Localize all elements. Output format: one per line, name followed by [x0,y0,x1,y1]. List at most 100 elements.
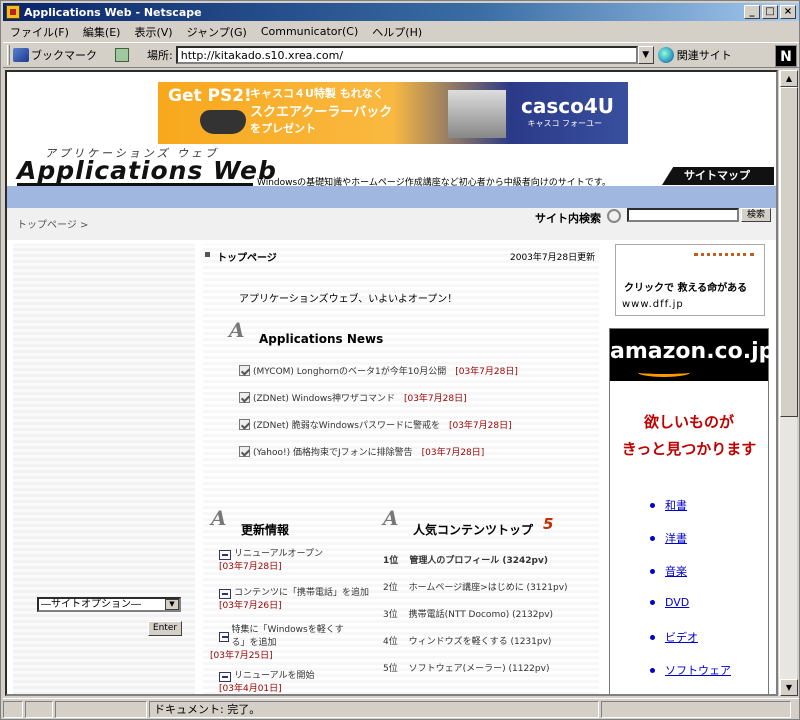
update-item[interactable]: 特集に「Windowsを軽くする」を追加 [03年7月25日] [210,624,350,663]
amazon-link[interactable]: 音楽 [650,563,687,579]
amazon-ad[interactable]: amazon.co.jp 欲しいものが きっと見つかります 和書 洋書 音楽 D… [609,328,774,694]
arrow-right-icon [219,588,231,599]
vertical-scrollbar[interactable]: ▲ ▼ [779,70,798,696]
popular-item-text[interactable]: 管理人のプロフィール (3242pv) [409,556,548,566]
site-search-input[interactable] [627,208,739,222]
arrow-right-icon [219,632,229,642]
component-bar[interactable] [601,700,791,718]
toolbar-grip[interactable] [7,45,10,65]
popular-item-text[interactable]: ソフトウェア(メーラー) (1122pv) [409,664,550,674]
enter-button[interactable]: Enter [148,621,182,636]
updates-heading: 更新情報 [241,523,290,537]
banner-text-3: スクエアクーラーバック [250,105,393,120]
menu-communicator[interactable]: Communicator(C) [254,25,365,38]
amazon-tagline-2: きっと見つかります [621,440,757,458]
amazon-link[interactable]: 洋書 [650,530,687,546]
updated-date: 2003年7月28日更新 [510,253,596,263]
page-proxy-icon[interactable] [115,48,129,62]
close-button[interactable]: × [780,5,796,19]
dff-ad[interactable]: クリックで 救える命がある www.dff.jp [615,244,765,316]
amazon-link[interactable]: 和書 [650,497,687,513]
breadcrumb[interactable]: トップページ > [17,216,88,231]
dff-ad-text: クリックで 救える命がある [624,283,748,294]
menu-view[interactable]: 表示(V) [127,24,179,40]
banner-text-2: キャスコ４U特製 もれなく [250,87,384,100]
url-dropdown-button[interactable]: ▼ [637,46,654,64]
news-item[interactable]: (ZDNet) 脆弱なWindowsパスワードに警戒を [03年7月28日] [239,418,512,431]
title-bar: Applications Web - Netscape _ □ × [3,3,799,21]
amazon-logo[interactable]: amazon.co.jp [610,329,774,381]
menu-go[interactable]: ジャンプ(G) [180,24,254,40]
update-item-text[interactable]: コンテンツに「携帯電話」を追加 [234,587,369,600]
check-icon [239,365,250,376]
popular-rank: 5位 [383,664,398,674]
maximize-button[interactable]: □ [762,5,778,19]
scroll-down-button[interactable]: ▼ [780,679,798,696]
update-item[interactable]: コンテンツに「携帯電話」を追加 [03年7月26日] [219,587,369,613]
lead-text: アプリケーションズウェブ、いよいよオープン！ [239,294,458,305]
popular-item-text[interactable]: ホームページ講座>はじめに (3121pv) [409,583,568,593]
update-item-text[interactable]: リニューアルを開始 [234,670,315,683]
sitemap-link[interactable]: サイトマップ [662,167,774,185]
security-icon[interactable] [3,700,23,718]
header-band [7,186,776,208]
popular-item[interactable]: 5位 ソフトウェア(メーラー) (1122pv) [383,661,549,674]
bookmark-icon[interactable] [13,48,29,62]
menu-file[interactable]: ファイル(F) [3,24,76,40]
menu-help[interactable]: ヘルプ(H) [365,24,429,40]
popular-rank: 1位 [383,556,399,566]
bookmarks-button[interactable]: ブックマーク [31,47,97,63]
news-item-text[interactable]: (MYCOM) Longhornのベータ1が今年10月公開 [253,364,446,377]
popular-rank: 2位 [383,583,398,593]
amazon-link[interactable]: ビデオ [650,629,698,645]
check-icon [239,419,250,430]
banner-brand: casco4U [520,94,614,118]
related-sites-icon[interactable] [657,47,674,63]
cooler-bag-image [448,90,506,138]
minimize-button[interactable]: _ [744,5,760,19]
popular-item[interactable]: 3位 携帯電話(NTT Docomo) (2132pv) [383,607,553,620]
popular-item[interactable]: 4位 ウィンドウズを軽くする (1231pv) [383,634,551,647]
related-sites-button[interactable]: 関連サイト [677,47,732,63]
popular-heading: 人気コンテンツトップ [413,523,534,537]
amazon-tagline-1: 欲しいものが [643,413,734,431]
menu-edit[interactable]: 編集(E) [76,24,128,40]
news-item-text[interactable]: (ZDNet) 脆弱なWindowsパスワードに警戒を [253,418,440,431]
ad-banner-casco[interactable]: Get PS2! キャスコ４U特製 もれなく スクエアクーラーバック をプレゼン… [158,82,628,144]
popular-item-text[interactable]: ウィンドウズを軽くする (1231pv) [409,637,552,647]
chevron-down-icon[interactable]: ▼ [165,599,179,610]
news-item[interactable]: (MYCOM) Longhornのベータ1が今年10月公開 [03年7月28日] [239,364,518,377]
popular-item[interactable]: 1位 管理人のプロフィール (3242pv) [383,553,548,566]
check-icon [239,392,250,403]
site-search-button[interactable]: 検索 [741,208,771,222]
netscape-logo[interactable]: N [775,45,797,67]
amazon-link[interactable]: DVD [650,596,689,609]
update-item-date: [03年7月26日] [219,601,282,611]
news-item[interactable]: (Yahoo!) 価格拘束でJフォンに排除警告 [03年7月28日] [239,445,484,458]
connection-icon [25,700,53,718]
url-input[interactable]: http://kitakado.s10.xrea.com/ [175,46,638,64]
popular-item-text[interactable]: 携帯電話(NTT Docomo) (2132pv) [409,610,553,620]
news-item-text[interactable]: (Yahoo!) 価格拘束でJフォンに排除警告 [253,445,413,458]
news-item[interactable]: (ZDNet) Windows神ワザコマンド [03年7月28日] [239,391,467,404]
site-logo[interactable]: Applications Web [17,156,277,185]
update-item[interactable]: リニューアルを開始 [03年4月01日] [219,670,315,694]
popular-item[interactable]: 2位 ホームページ講座>はじめに (3121pv) [383,580,568,593]
location-toolbar: ブックマーク 場所: http://kitakado.s10.xrea.com/… [3,42,799,68]
update-item-text[interactable]: 特集に「Windowsを軽くする」を追加 [232,624,350,650]
news-item-text[interactable]: (ZDNet) Windows神ワザコマンド [253,391,395,404]
location-label: 場所: [147,49,173,62]
scroll-up-button[interactable]: ▲ [780,70,798,87]
amazon-link[interactable]: ソフトウェア [650,662,731,678]
site-option-select[interactable]: ―サイトオプション― ▼ [37,597,181,612]
status-bar: ドキュメント: 完了。 [3,698,799,719]
page-content: Get PS2! キャスコ４U特製 もれなく スクエアクーラーバック をプレゼン… [5,70,778,696]
update-item-date: [03年7月25日] [210,651,273,661]
controller-image [200,110,246,134]
banner-brand-sub: キャスコ フォーユー [527,119,602,128]
update-item[interactable]: リニューアルオープン [03年7月28日] [219,548,323,574]
scroll-thumb[interactable] [780,87,798,417]
browser-window: Applications Web - Netscape _ □ × ファイル(F… [0,0,800,720]
news-heading: Applications News [259,332,384,346]
update-item-text[interactable]: リニューアルオープン [234,548,323,561]
